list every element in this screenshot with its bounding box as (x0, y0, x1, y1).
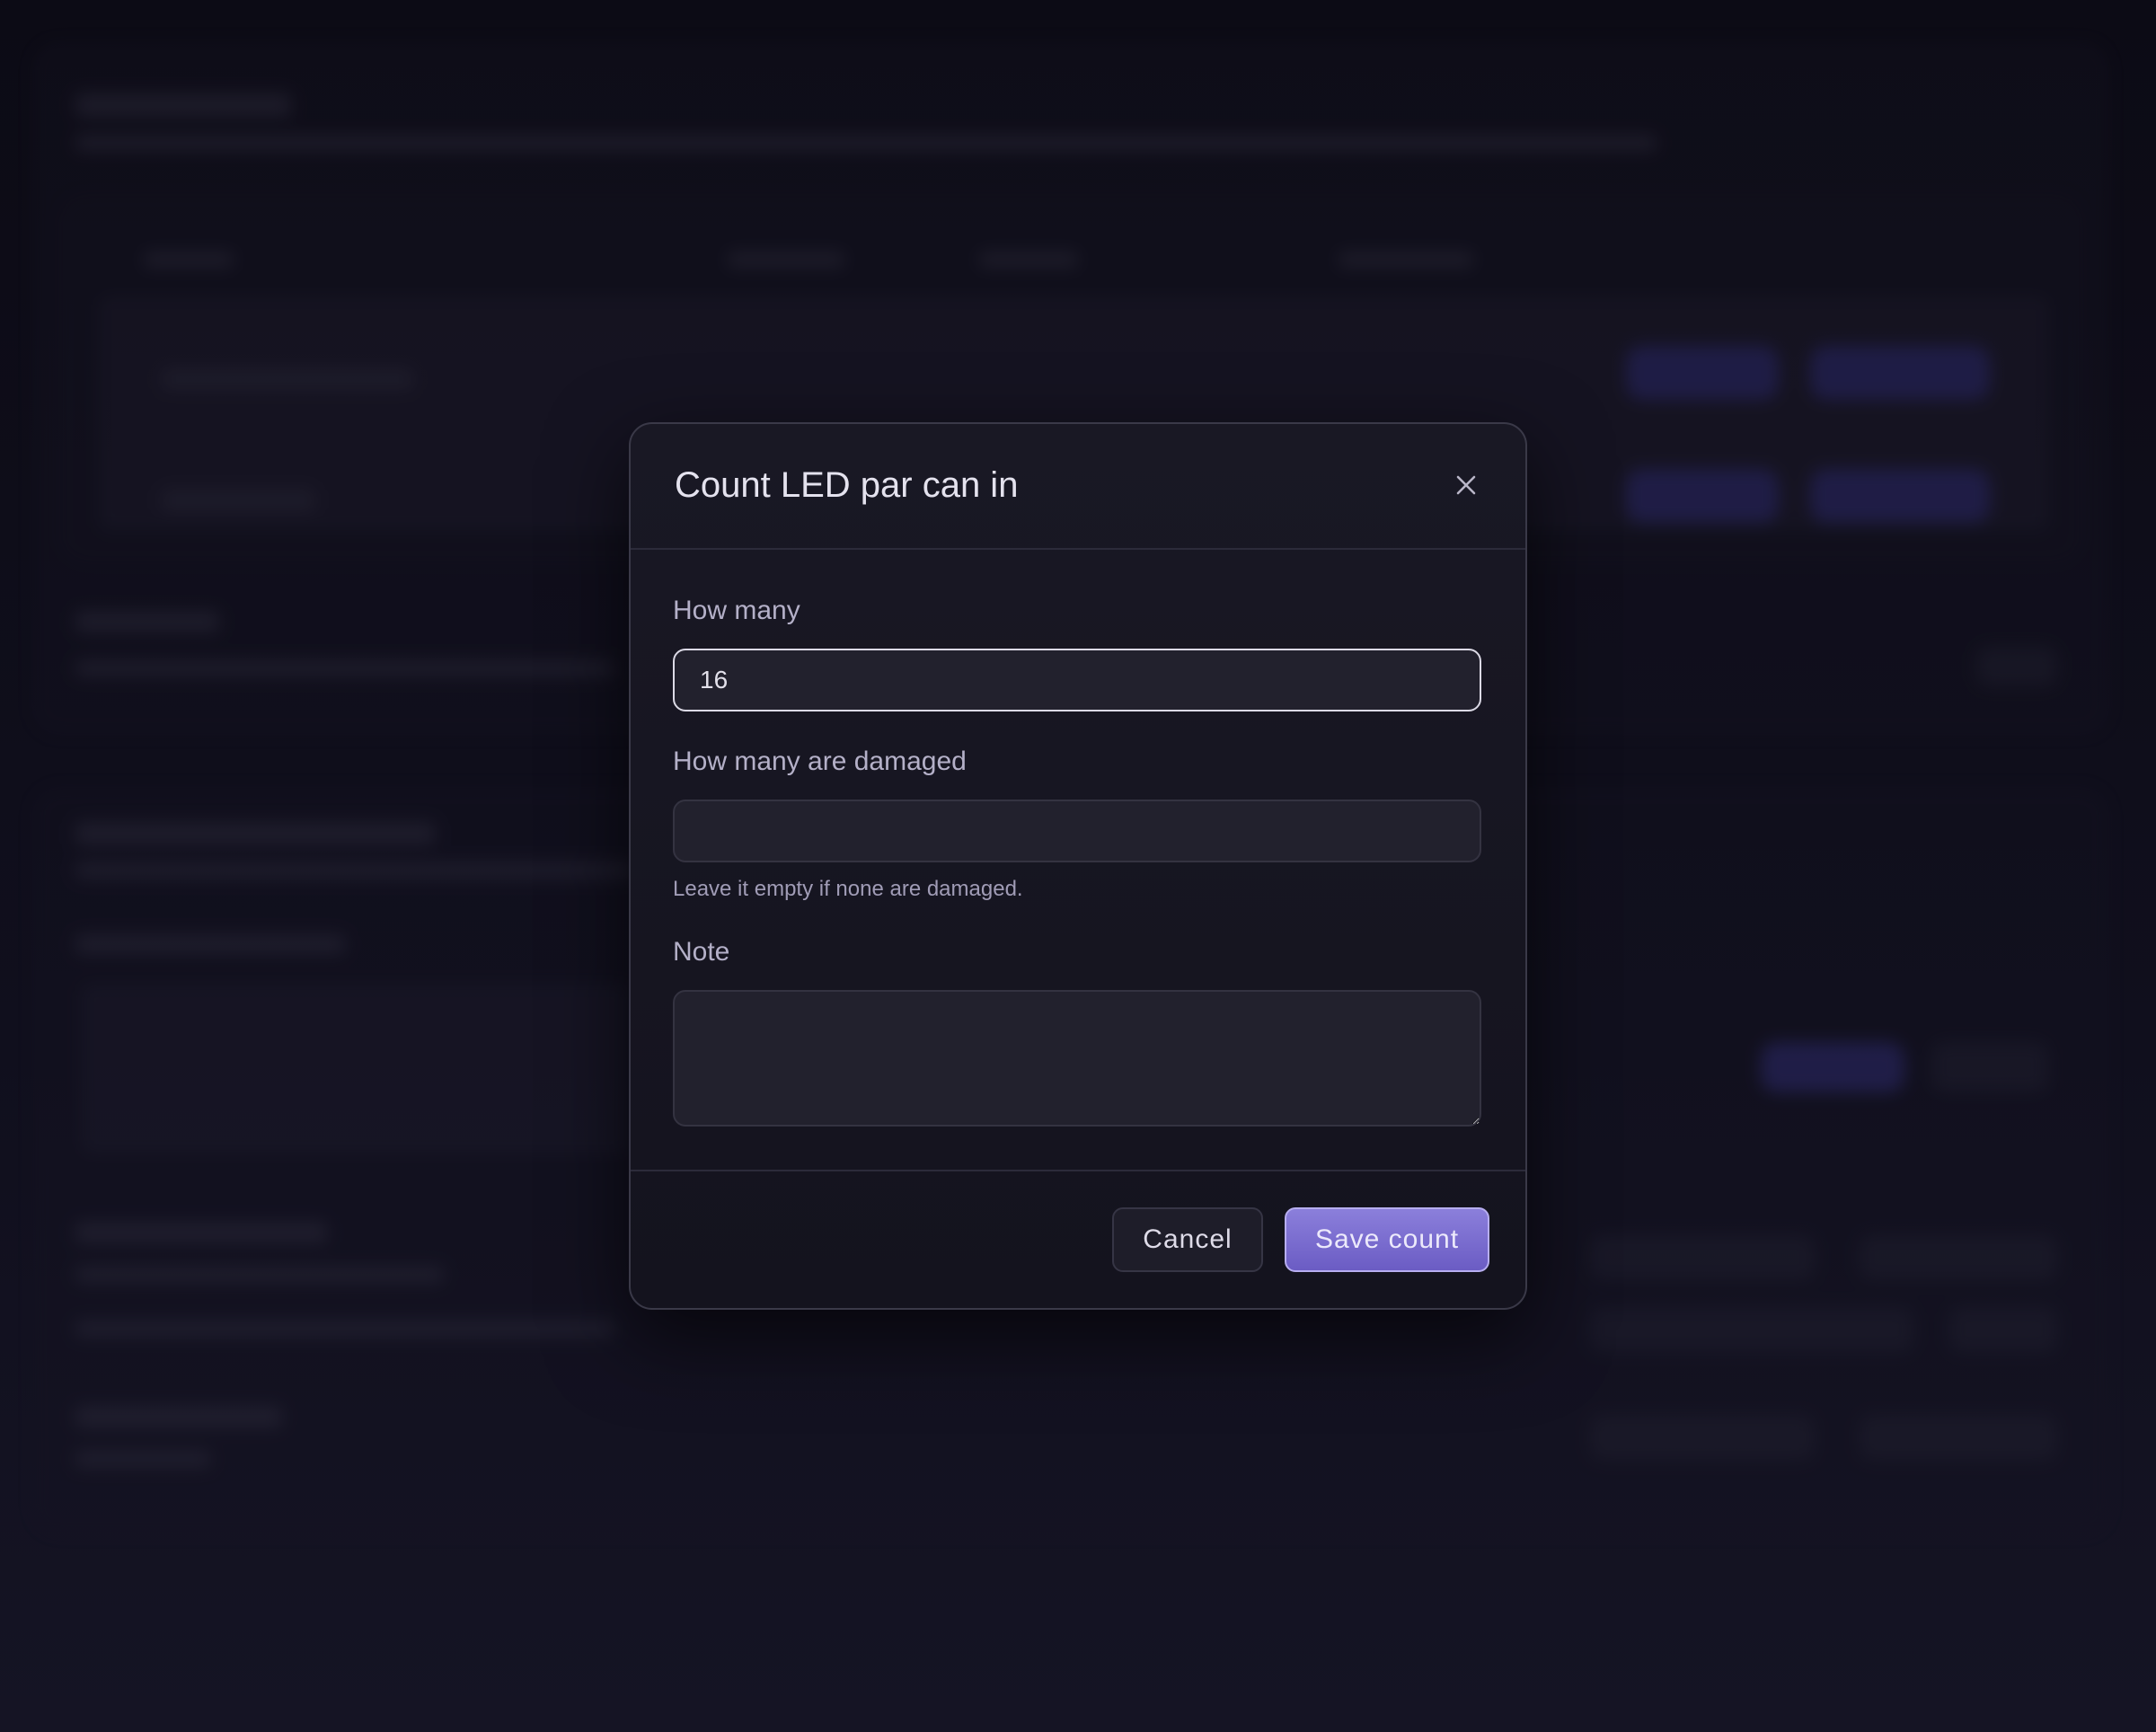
damaged-label: How many are damaged (673, 747, 967, 776)
background-button (1590, 1235, 1815, 1280)
background-text (75, 934, 345, 954)
background-text (162, 368, 413, 390)
background-text (75, 93, 291, 117)
dialog-header: Count LED par can in (631, 424, 1525, 550)
background-button (1761, 1042, 1904, 1092)
background-text (75, 1267, 444, 1283)
how-many-label: How many (673, 596, 800, 625)
background-button (1810, 469, 1990, 523)
background-text (75, 1451, 210, 1467)
background-button (1590, 1307, 1913, 1352)
note-textarea[interactable] (673, 990, 1481, 1127)
background-button (1976, 647, 2057, 686)
background-textblock (81, 984, 629, 1154)
close-icon (1456, 475, 1476, 495)
count-dialog: Count LED par can in (629, 422, 1527, 1310)
how-many-input[interactable] (673, 649, 1481, 711)
background-text (75, 862, 632, 879)
background-text (75, 1406, 282, 1427)
background-button (1626, 469, 1779, 523)
background-button (1810, 346, 1990, 400)
background-button (1626, 346, 1779, 400)
background-button (1931, 1042, 2048, 1092)
close-button[interactable] (1446, 465, 1486, 505)
background-button (1860, 1235, 2057, 1280)
background-text (728, 252, 844, 268)
background-text (75, 135, 1657, 151)
background-button (1860, 1415, 2057, 1460)
background-button (1590, 1415, 1815, 1460)
background-text (75, 1321, 614, 1337)
background-text (75, 1222, 327, 1243)
dialog-footer-divider (631, 1170, 1525, 1171)
damaged-input[interactable] (673, 800, 1481, 862)
background-text (1339, 252, 1473, 268)
background-text (75, 611, 219, 632)
background-text (979, 252, 1078, 268)
save-count-button[interactable]: Save count (1285, 1207, 1489, 1272)
background-button (1949, 1307, 2057, 1352)
background-text (75, 822, 435, 845)
background-text (75, 660, 614, 676)
note-label: Note (673, 937, 730, 967)
background-text (144, 252, 234, 268)
cancel-button[interactable]: Cancel (1112, 1207, 1263, 1272)
dialog-title: Count LED par can in (675, 465, 1019, 505)
damaged-hint: Leave it empty if none are damaged. (673, 877, 1023, 901)
background-text (162, 490, 314, 511)
